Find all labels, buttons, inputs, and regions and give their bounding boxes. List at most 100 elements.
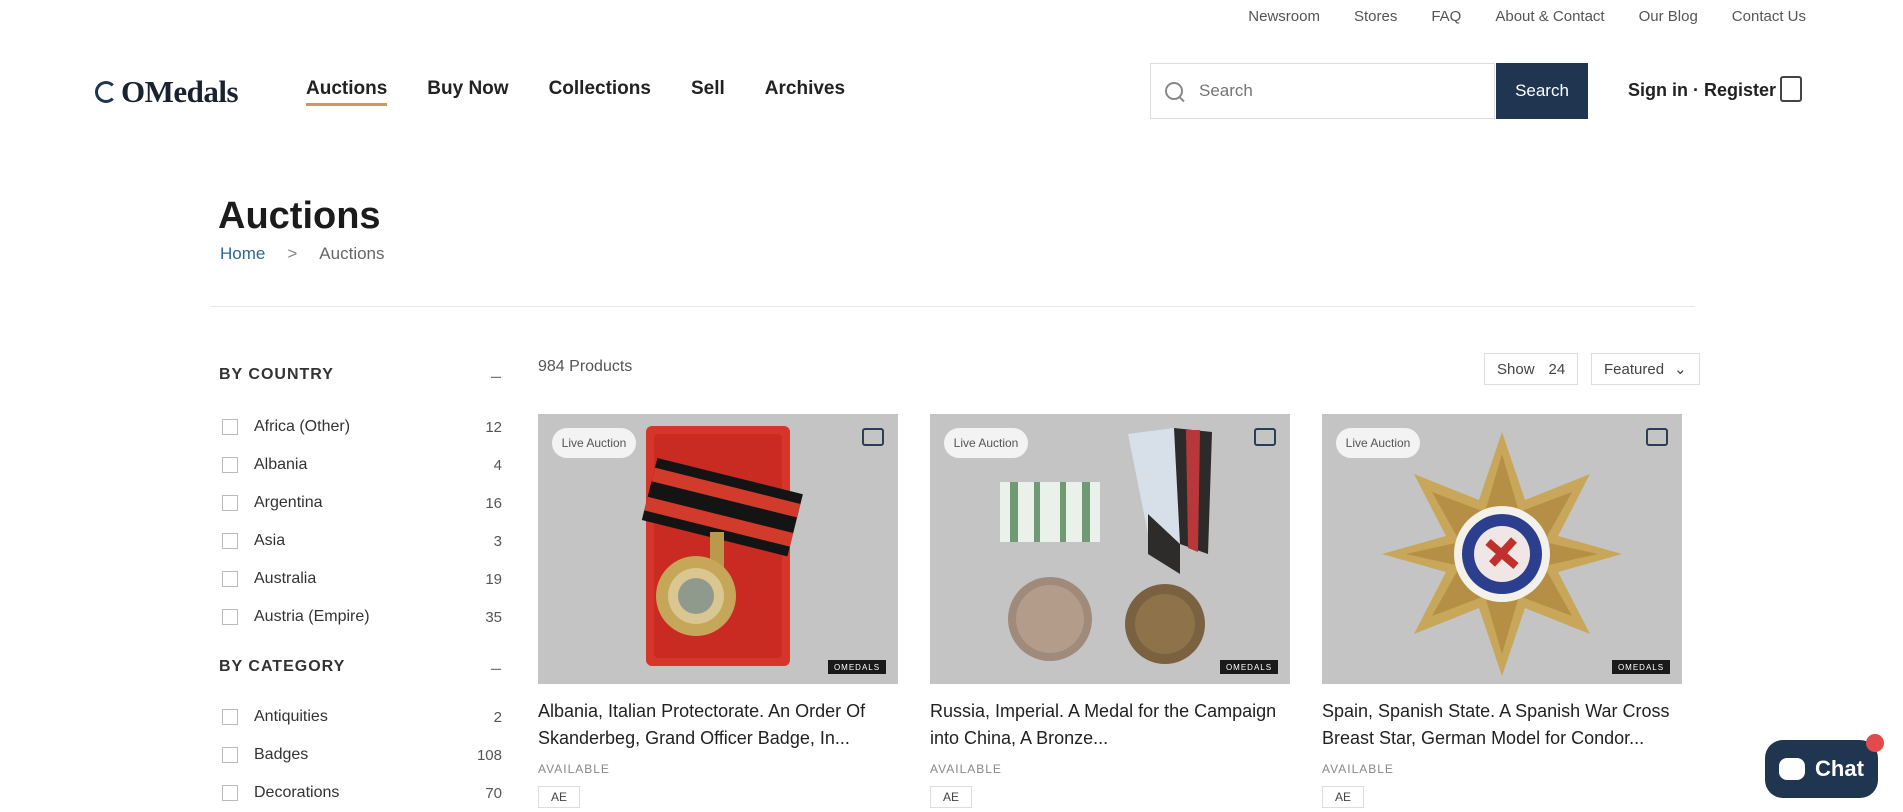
show-value: 24 [1548, 360, 1566, 378]
filter-checkbox[interactable] [222, 533, 238, 549]
filter-checkbox[interactable] [222, 495, 238, 511]
product-card[interactable]: Live Auction OMEDALS Russia, Imperial. A… [930, 414, 1290, 808]
filter-item-label: Africa (Other) [254, 418, 351, 435]
filter-item-count: 4 [493, 456, 502, 474]
filter-toggle-category[interactable]: – [491, 658, 501, 679]
sort-value: Featured [1604, 360, 1665, 378]
product-card[interactable]: Live Auction OMEDALS Albania, Italian Pr… [538, 414, 898, 808]
page-title: Auctions [218, 195, 381, 237]
filter-heading-country: BY COUNTRY [219, 366, 334, 383]
cart-icon[interactable] [1780, 76, 1802, 102]
watermark: OMEDALS [1220, 660, 1278, 674]
filter-item-label: Austria (Empire) [254, 608, 370, 625]
nav-item-collections[interactable]: Collections [549, 78, 651, 106]
utility-link-stores[interactable]: Stores [1354, 8, 1397, 25]
filter-item[interactable]: Badges 108 [222, 744, 502, 766]
filter-item-label: Antiquities [254, 708, 328, 725]
filter-item[interactable]: Decorations 70 [222, 782, 502, 804]
product-card[interactable]: Live Auction OMEDALS Spain, Spanish Stat… [1322, 414, 1682, 808]
utility-link-faq[interactable]: FAQ [1431, 8, 1461, 25]
product-tag: AE [1322, 786, 1365, 808]
nav-item-auctions[interactable]: Auctions [306, 78, 388, 106]
filter-item-count: 3 [493, 532, 502, 550]
filter-item[interactable]: Antiquities 2 [222, 706, 502, 728]
watchlist-icon[interactable] [1646, 428, 1668, 446]
nav-item-archives[interactable]: Archives [765, 78, 845, 106]
search-box [1150, 63, 1495, 119]
filter-checkbox[interactable] [222, 571, 238, 587]
watchlist-icon[interactable] [1254, 428, 1276, 446]
header-divider [210, 306, 1695, 307]
filter-checkbox[interactable] [222, 609, 238, 625]
filter-item-label: Australia [254, 570, 317, 587]
filter-item[interactable]: Asia 3 [222, 530, 502, 552]
breadcrumb: Home > Auctions [220, 244, 385, 264]
product-status: AVAILABLE [538, 762, 610, 776]
product-image[interactable]: Live Auction OMEDALS [538, 414, 898, 684]
product-image[interactable]: Live Auction OMEDALS [930, 414, 1290, 684]
show-per-page-select[interactable]: Show 24 [1484, 353, 1579, 385]
search-input[interactable] [1197, 80, 1461, 102]
filter-item[interactable]: Albania 4 [222, 454, 502, 476]
filter-item-count: 16 [485, 494, 502, 512]
filter-checkbox[interactable] [222, 785, 238, 801]
breadcrumb-home[interactable]: Home [220, 244, 265, 264]
filter-item-label: Decorations [254, 784, 340, 801]
logo-text: OMedals [121, 74, 239, 109]
filter-toggle-country[interactable]: – [491, 366, 501, 387]
live-auction-badge: Live Auction [552, 428, 636, 458]
nav-item-sell[interactable]: Sell [691, 78, 725, 106]
filter-item-count: 108 [476, 746, 502, 764]
filter-checkbox[interactable] [222, 457, 238, 473]
product-title[interactable]: Albania, Italian Protectorate. An Order … [538, 698, 898, 752]
watermark: OMEDALS [828, 660, 886, 674]
filter-item-count: 35 [485, 608, 502, 626]
filter-item-count: 19 [485, 570, 502, 588]
filter-item-count: 12 [485, 418, 502, 436]
chevron-down-icon: ⌄ [1674, 361, 1687, 378]
filter-item[interactable]: Australia 19 [222, 568, 502, 590]
sort-select[interactable]: Featured ⌄ [1591, 353, 1700, 385]
utility-nav: Newsroom Stores FAQ About & Contact Our … [1248, 8, 1806, 25]
product-status: AVAILABLE [930, 762, 1002, 776]
show-label: Show [1497, 360, 1535, 378]
product-image[interactable]: Live Auction OMEDALS [1322, 414, 1682, 684]
nav-item-buy-now[interactable]: Buy Now [427, 78, 508, 106]
breadcrumb-current: Auctions [319, 244, 385, 263]
filter-checkbox[interactable] [222, 709, 238, 725]
chat-label: Chat [1815, 756, 1864, 781]
utility-link-about[interactable]: About & Contact [1495, 8, 1604, 25]
notification-dot [1866, 734, 1884, 752]
account-link[interactable]: Sign in · Register [1628, 80, 1776, 101]
watchlist-icon[interactable] [862, 428, 884, 446]
live-auction-badge: Live Auction [1336, 428, 1420, 458]
filter-checkbox[interactable] [222, 419, 238, 435]
filter-heading-category: BY CATEGORY [219, 658, 346, 675]
filter-item[interactable]: Africa (Other) 12 [222, 416, 502, 438]
filter-checkbox[interactable] [222, 747, 238, 763]
filter-item-label: Asia [254, 532, 286, 549]
filter-item[interactable]: Austria (Empire) 35 [222, 606, 502, 628]
product-title[interactable]: Spain, Spanish State. A Spanish War Cros… [1322, 698, 1682, 752]
site-logo[interactable]: OMedals [95, 74, 239, 110]
filter-item-label: Badges [254, 746, 309, 763]
watermark: OMEDALS [1612, 660, 1670, 674]
breadcrumb-separator: > [287, 244, 298, 263]
utility-link-contact[interactable]: Contact Us [1732, 8, 1806, 25]
search-button[interactable]: Search [1496, 63, 1588, 119]
products-count: 984 Products [538, 358, 633, 375]
chat-button[interactable]: Chat [1765, 734, 1884, 798]
filter-item-count: 2 [493, 708, 502, 726]
filter-item-label: Argentina [254, 494, 323, 511]
chat-bubble-icon [1779, 758, 1806, 780]
utility-link-newsroom[interactable]: Newsroom [1248, 8, 1320, 25]
utility-link-blog[interactable]: Our Blog [1639, 8, 1698, 25]
main-nav: Auctions Buy Now Collections Sell Archiv… [306, 78, 845, 106]
product-status: AVAILABLE [1322, 762, 1394, 776]
filter-item[interactable]: Argentina 16 [222, 492, 502, 514]
filter-item-count: 70 [485, 784, 502, 802]
logo-mark-icon [95, 81, 117, 103]
live-auction-badge: Live Auction [944, 428, 1028, 458]
search-icon [1165, 82, 1183, 100]
product-title[interactable]: Russia, Imperial. A Medal for the Campai… [930, 698, 1290, 752]
